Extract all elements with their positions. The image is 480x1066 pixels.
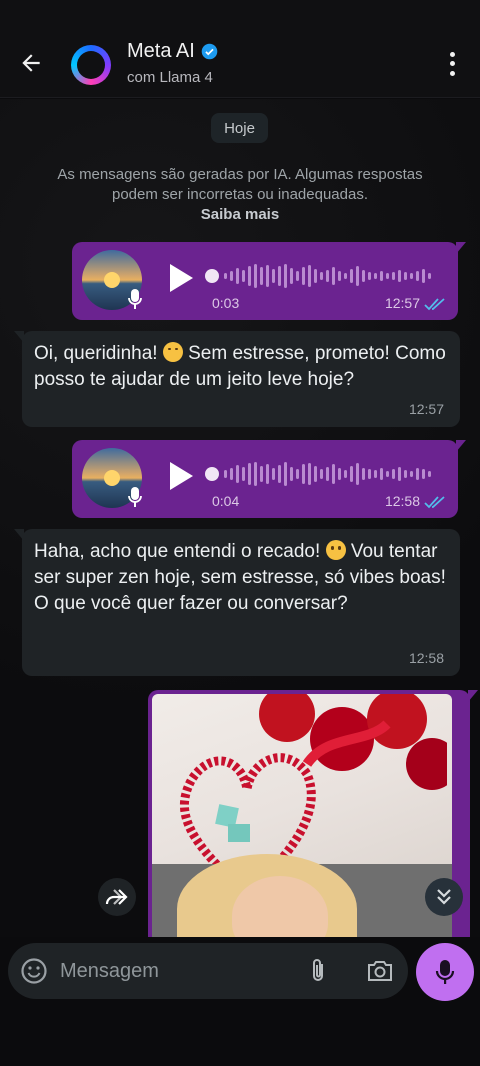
emoji-picker-icon[interactable] [20,957,48,985]
message-list[interactable]: Hoje As mensagens são geradas por IA. Al… [0,99,480,937]
forward-button[interactable] [98,878,136,916]
arrow-left-icon [22,54,40,72]
playback-position-dot[interactable] [205,467,219,481]
message-composer: Mensagem [0,937,480,1066]
message-input[interactable]: Mensagem [8,943,408,999]
ai-notice-text: As mensagens são geradas por IA. Algumas… [57,166,423,203]
message-text-part: Oi, queridinha! [34,343,163,364]
contact-name: Meta AI [127,40,195,62]
ai-notice: As mensagens são geradas por IA. Algumas… [40,165,440,225]
voice-message[interactable]: 0:04 12:58 [72,440,466,518]
message-time: 12:57 [408,401,444,417]
more-options-icon[interactable] [440,50,464,78]
play-icon[interactable] [168,263,194,293]
learn-more-link[interactable]: Saiba mais [201,206,279,223]
date-separator: Hoje [211,113,268,143]
image-message[interactable] [148,690,478,937]
message-text: Haha, acho que entendi o recado! Vou ten… [34,539,448,617]
audio-waveform [224,262,444,290]
camera-icon[interactable] [365,957,395,985]
chat-header: Meta AI com Llama 4 [0,0,480,98]
message-time: 12:58 [384,493,420,509]
message-placeholder: Mensagem [60,960,159,982]
message-time: 12:57 [384,295,420,311]
microphone-icon [128,487,142,507]
voice-duration: 0:03 [212,295,240,311]
read-receipt-icon [424,496,445,509]
gift-box [228,824,250,842]
paperclip-icon[interactable] [306,957,332,985]
incoming-message[interactable]: Haha, acho que entendi o recado! Vou ten… [14,529,460,676]
microphone-icon [128,289,142,309]
message-text: Oi, queridinha! Sem estresse, prometo! C… [34,341,448,393]
kissing-face-emoji-icon [162,342,183,362]
microphone-icon [435,960,455,984]
verified-badge-icon [201,43,218,60]
back-button[interactable] [14,46,48,80]
read-receipt-icon [424,298,445,311]
audio-waveform [224,460,444,488]
scroll-to-bottom-button[interactable] [425,878,463,916]
voice-duration: 0:04 [212,493,240,509]
forward-icon [105,889,128,905]
meta-ai-avatar[interactable] [71,45,111,85]
message-time: 12:58 [408,650,444,666]
message-text-part: Haha, acho que entendi o recado! [34,541,326,562]
voice-message[interactable]: 0:03 12:57 [72,242,466,320]
photo-thumbnail[interactable] [152,694,452,937]
contact-subtitle: com Llama 4 [127,69,213,86]
play-icon[interactable] [168,461,194,491]
grinning-face-emoji-icon [325,540,346,560]
incoming-message[interactable]: Oi, queridinha! Sem estresse, prometo! C… [14,331,460,427]
double-chevron-down-icon [437,889,451,905]
contact-info[interactable]: Meta AI com Llama 4 [127,40,218,86]
playback-position-dot[interactable] [205,269,219,283]
voice-record-button[interactable] [416,943,474,1001]
